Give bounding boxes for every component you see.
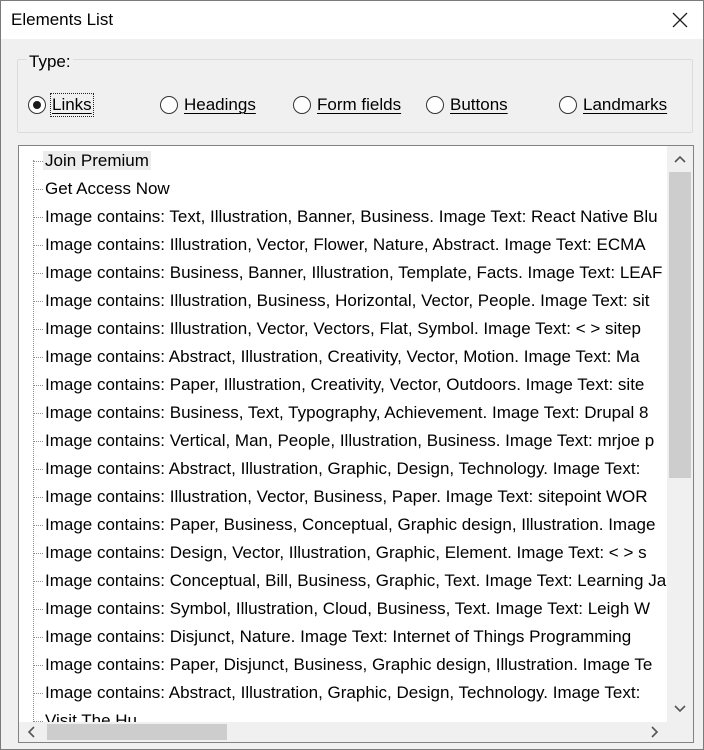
radio-label: Form fields — [317, 95, 402, 114]
scroll-up-button[interactable] — [667, 146, 693, 172]
list-item[interactable]: Join Premium — [33, 149, 151, 173]
list-item-text: Image contains: Design, Vector, Illustra… — [45, 543, 647, 562]
list-item[interactable]: Get Access Now — [33, 177, 172, 201]
chevron-down-icon — [674, 705, 686, 713]
list-item-text: Image contains: Business, Banner, Illust… — [45, 263, 663, 282]
radio-label: Landmarks — [583, 95, 668, 114]
list-item-text: Image contains: Abstract, Illustration, … — [45, 347, 640, 366]
radio-form-fields[interactable]: Form fields — [293, 93, 401, 117]
list-item-text: Get Access Now — [45, 179, 170, 198]
list-item[interactable]: Image contains: Illustration, Vector, Ve… — [33, 317, 643, 341]
list-item-text: Image contains: Illustration, Business, … — [45, 291, 650, 310]
list-item[interactable]: Image contains: Business, Banner, Illust… — [33, 261, 664, 285]
radio-label: Links — [50, 93, 94, 117]
list-item-text: Image contains: Illustration, Vector, Bu… — [45, 487, 648, 506]
list-item[interactable]: Image contains: Vertical, Man, People, I… — [33, 429, 656, 453]
list-item-text: Image contains: Conceptual, Bill, Busine… — [45, 571, 667, 590]
scrollbar-corner — [667, 722, 693, 742]
list-item[interactable]: Image contains: Conceptual, Bill, Busine… — [33, 569, 667, 593]
radio-indicator — [293, 96, 311, 114]
type-group-label: Type: — [27, 52, 73, 72]
close-button[interactable] — [663, 5, 697, 35]
list-item[interactable]: Image contains: Paper, Business, Concept… — [33, 513, 657, 537]
list-item-text: Image contains: Text, Illustration, Bann… — [45, 207, 658, 226]
radio-landmarks[interactable]: Landmarks — [559, 93, 667, 117]
list-item-text: Image contains: Vertical, Man, People, I… — [45, 431, 655, 450]
radio-label: Buttons — [450, 95, 508, 114]
horizontal-scrollbar[interactable] — [19, 722, 667, 742]
scroll-down-button[interactable] — [667, 696, 693, 722]
list-item[interactable]: Image contains: Disjunct, Nature. Image … — [33, 625, 633, 649]
list-item-text: Join Premium — [43, 151, 151, 170]
list-item-text: Visit The Hu — [45, 711, 137, 722]
list-item-text: Image contains: Symbol, Illustration, Cl… — [45, 599, 651, 618]
close-icon — [672, 12, 688, 28]
radio-label: Headings — [184, 95, 256, 114]
list-item-text: Image contains: Illustration, Vector, Fl… — [45, 235, 646, 254]
list-item-text: Image contains: Paper, Illustration, Cre… — [45, 375, 645, 394]
radio-indicator — [160, 96, 178, 114]
radio-indicator — [28, 96, 46, 114]
list-item[interactable]: Image contains: Symbol, Illustration, Cl… — [33, 597, 652, 621]
title-bar[interactable]: Elements List — [1, 1, 703, 39]
scroll-left-button[interactable] — [19, 722, 43, 742]
list-item[interactable]: Image contains: Paper, Disjunct, Busines… — [33, 653, 654, 677]
elements-list-dialog: Elements List Type: Links Headings Form … — [0, 0, 704, 750]
list-item[interactable]: Visit The Hu — [33, 709, 139, 722]
list-item-text: Image contains: Paper, Business, Concept… — [45, 515, 656, 534]
scroll-right-button[interactable] — [643, 722, 667, 742]
list-item[interactable]: Image contains: Business, Text, Typograp… — [33, 401, 651, 425]
list-items-viewport: Join Premium Get Access Now Image contai… — [19, 146, 667, 722]
list-item[interactable]: Image contains: Illustration, Vector, Bu… — [33, 485, 650, 509]
list-item[interactable]: Image contains: Abstract, Illustration, … — [33, 681, 642, 705]
list-item-text: Image contains: Disjunct, Nature. Image … — [45, 627, 632, 646]
list-item[interactable]: Image contains: Paper, Illustration, Cre… — [33, 373, 646, 397]
elements-tree-list[interactable]: Join Premium Get Access Now Image contai… — [18, 145, 694, 743]
list-item[interactable]: Image contains: Design, Vector, Illustra… — [33, 541, 649, 565]
radio-indicator — [426, 96, 444, 114]
vertical-scroll-thumb[interactable] — [669, 172, 691, 478]
radio-headings[interactable]: Headings — [160, 93, 256, 117]
list-item[interactable]: Image contains: Abstract, Illustration, … — [33, 457, 642, 481]
list-item-text: Image contains: Abstract, Illustration, … — [45, 683, 641, 702]
window-title: Elements List — [11, 10, 114, 29]
radio-links[interactable]: Links — [28, 93, 94, 117]
radio-buttons[interactable]: Buttons — [426, 93, 508, 117]
list-item[interactable]: Image contains: Abstract, Illustration, … — [33, 345, 642, 369]
chevron-up-icon — [674, 155, 686, 163]
list-item-text: Image contains: Business, Text, Typograp… — [45, 403, 649, 422]
chevron-right-icon — [651, 726, 659, 738]
chevron-left-icon — [27, 726, 35, 738]
horizontal-scroll-thumb[interactable] — [47, 724, 227, 740]
radio-indicator — [559, 96, 577, 114]
vertical-scrollbar[interactable] — [667, 146, 693, 722]
list-item[interactable]: Image contains: Illustration, Business, … — [33, 289, 651, 313]
list-item[interactable]: Image contains: Illustration, Vector, Fl… — [33, 233, 648, 257]
list-item-text: Image contains: Abstract, Illustration, … — [45, 459, 641, 478]
list-item-text: Image contains: Illustration, Vector, Ve… — [45, 319, 641, 338]
list-item-text: Image contains: Paper, Disjunct, Busines… — [45, 655, 653, 674]
list-item[interactable]: Image contains: Text, Illustration, Bann… — [33, 205, 660, 229]
